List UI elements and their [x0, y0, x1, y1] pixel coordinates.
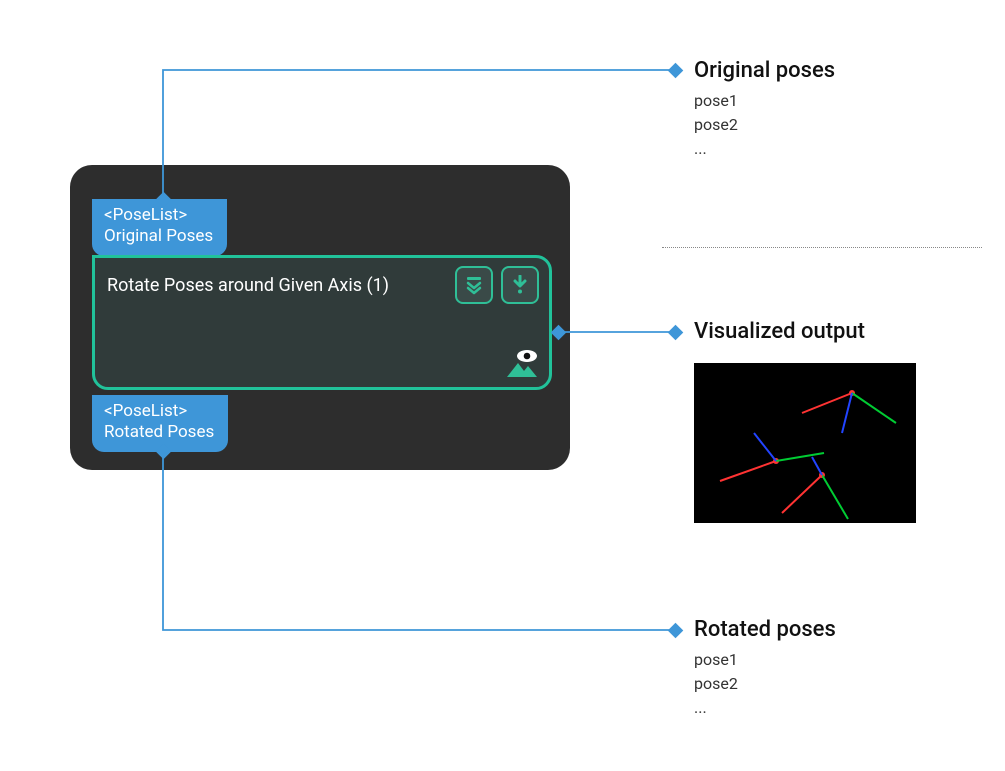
- node-header: Rotate Poses around Given Axis (1): [95, 258, 549, 304]
- visualized-output-preview: [694, 363, 916, 523]
- double-chevron-down-icon: [464, 275, 484, 295]
- annotation-item: pose1: [694, 648, 836, 672]
- eye-image-icon: [505, 349, 539, 379]
- annotation-visualized-output: Visualized output: [694, 319, 865, 344]
- node-title: Rotate Poses around Given Axis (1): [107, 275, 447, 296]
- output-port-type: <PoseList>: [104, 401, 214, 422]
- pose-axes-viz-icon: [694, 363, 916, 523]
- expand-down-button[interactable]: [455, 266, 493, 304]
- arrow-down-dot-icon: [511, 275, 529, 295]
- output-port-label: Rotated Poses: [104, 422, 214, 443]
- input-port-type: <PoseList>: [104, 205, 213, 226]
- input-port-tag[interactable]: <PoseList> Original Poses: [92, 199, 227, 256]
- annotation-original-poses: Original poses pose1 pose2 ...: [694, 58, 835, 161]
- annotation-item: pose2: [694, 672, 836, 696]
- annotation-title: Original poses: [694, 58, 835, 83]
- annotation-title: Rotated poses: [694, 617, 836, 642]
- output-port-tag[interactable]: <PoseList> Rotated Poses: [92, 395, 228, 452]
- visualize-output-button[interactable]: [505, 349, 539, 379]
- annotation-item: pose2: [694, 113, 835, 137]
- input-port-label: Original Poses: [104, 226, 213, 247]
- annotation-item: ...: [694, 696, 836, 720]
- annotation-rotated-poses: Rotated poses pose1 pose2 ...: [694, 617, 836, 720]
- annotation-items: pose1 pose2 ...: [694, 89, 835, 161]
- diamond-marker: [668, 324, 684, 340]
- execute-button[interactable]: [501, 266, 539, 304]
- node-rotate-poses[interactable]: Rotate Poses around Given Axis (1): [92, 255, 552, 390]
- diamond-marker: [668, 622, 684, 638]
- diamond-marker: [668, 62, 684, 78]
- diagram-canvas: <PoseList> Original Poses Rotate Poses a…: [0, 0, 1005, 771]
- annotation-item: pose1: [694, 89, 835, 113]
- annotation-items: pose1 pose2 ...: [694, 648, 836, 720]
- section-divider: [662, 247, 982, 248]
- annotation-item: ...: [694, 137, 835, 161]
- annotation-title: Visualized output: [694, 319, 865, 344]
